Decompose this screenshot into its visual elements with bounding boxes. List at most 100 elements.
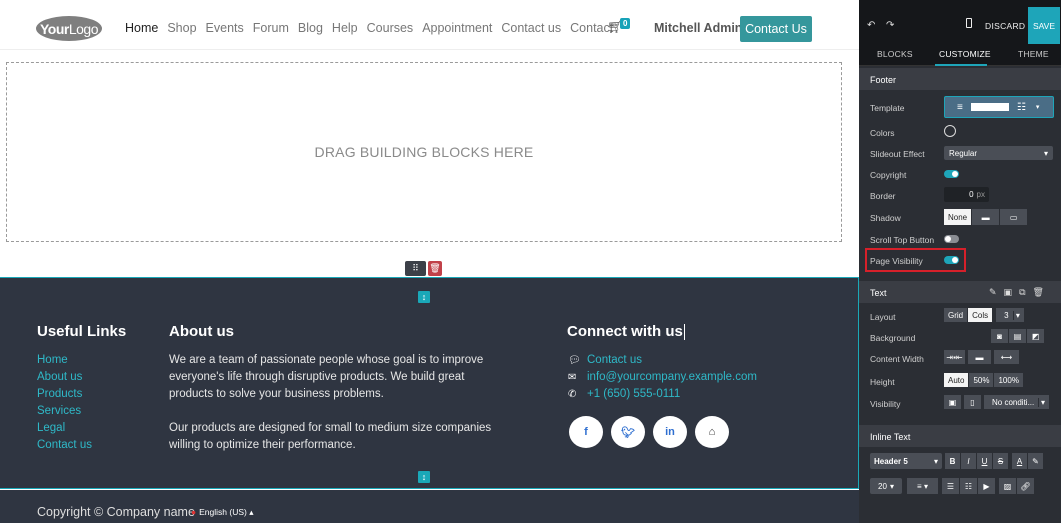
tab-customize[interactable]: CUSTOMIZE [939,49,991,59]
highlight-icon[interactable]: ✎ [1028,453,1044,469]
footer-link-services[interactable]: Services [37,403,92,420]
copyright-text[interactable]: Copyright © Company name [37,505,195,519]
bullet-list-icon[interactable]: ☰ [942,478,960,494]
connect-heading[interactable]: Connect with us [567,323,685,341]
drop-zone[interactable]: DRAG BUILDING BLOCKS HERE [6,62,842,242]
shadow-inset-icon[interactable]: ▭ [1000,209,1029,225]
border-input[interactable]: 0 px [944,187,989,202]
nav-link-help[interactable]: Help [332,21,358,35]
undo-icon[interactable]: ↶ [867,20,875,31]
mobile-visibility-icon[interactable]: ▯ [964,395,982,409]
useful-links-heading: Useful Links [37,323,127,340]
footer-section[interactable]: ↕ ↕ Useful Links Home About us Products … [0,277,859,489]
font-color-icon[interactable]: A [1012,453,1028,469]
layout-count-select[interactable]: 3 ▾ [996,308,1025,322]
nav-link-shop[interactable]: Shop [167,21,196,35]
save-button[interactable]: SAVE [1028,7,1060,44]
save-block-icon[interactable]: ▣ [1004,287,1020,297]
media-icon[interactable]: ▶ [978,478,996,494]
phone-icon: ✆ [568,389,577,400]
width-full-icon[interactable]: ⟷ [994,350,1020,364]
visibility-condition-select[interactable]: No conditi... ▾ [984,395,1050,409]
text-format-buttons: B I U S A ✎ [945,453,1044,469]
resize-handle-bottom-icon[interactable]: ↕ [418,471,430,483]
link-icon[interactable]: 🔗︎ [1017,478,1035,494]
nav-link-events[interactable]: Events [206,21,244,35]
block-tools: ⠿ 🗑︎ [405,261,442,276]
scroll-top-toggle[interactable] [944,235,959,243]
width-regular-icon[interactable]: ▬ [968,350,992,364]
text-style-select[interactable]: Header 5 ▾ [870,453,942,469]
height-label: Height [870,377,895,387]
nav-link-blog[interactable]: Blog [298,21,323,35]
color-picker[interactable] [944,125,956,137]
user-menu[interactable]: Mitchell Admin [654,21,742,35]
desktop-visibility-icon[interactable]: ▣ [944,395,962,409]
shadow-outset-icon[interactable]: ▬ [972,209,1001,225]
about-heading: About us [169,323,234,340]
camera-icon[interactable]: ◙ [991,329,1009,343]
footer-link-contact[interactable]: Contact us [37,437,92,454]
height-50-option[interactable]: 50% [969,373,995,387]
copyright-toggle[interactable] [944,170,959,178]
numbered-list-icon[interactable]: ☷ [960,478,978,494]
font-size-value: 20 [878,481,887,491]
tab-blocks[interactable]: BLOCKS [877,49,913,59]
language-selector[interactable]: ● English (US) ▴ [191,507,254,518]
template-label: Template [870,103,905,113]
connect-phone-text: +1 (650) 555-0111 [587,388,681,400]
align-icon[interactable]: ≡ ▾ [907,478,939,494]
connect-email-text: info@yourcompany.example.com [587,371,757,383]
about-text[interactable]: We are a team of passionate people whose… [169,352,499,454]
linkedin-icon[interactable]: in [653,416,687,448]
move-handle-icon[interactable]: ⠿ [405,261,426,276]
height-100-option[interactable]: 100% [994,373,1024,387]
strikethrough-icon[interactable]: S [993,453,1009,469]
facebook-icon[interactable]: f [569,416,603,448]
twitter-icon[interactable]: 🐦︎ [611,416,645,448]
scroll-top-label: Scroll Top Button [870,235,935,245]
underline-icon[interactable]: U [977,453,993,469]
shadow-label: Shadow [870,213,901,223]
tab-theme[interactable]: THEME [1018,49,1049,59]
italic-icon[interactable]: I [961,453,977,469]
gradient-icon[interactable]: ◩ [1027,329,1045,343]
connect-email[interactable]: ✉ info@yourcompany.example.com [568,369,757,386]
footer-link-products[interactable]: Products [37,386,92,403]
footer-link-home[interactable]: Home [37,352,92,369]
page-visibility-highlight [865,248,966,272]
visibility-label: Visibility [870,399,901,409]
shadow-none-option[interactable]: None [944,209,973,225]
nav-link-contact-us[interactable]: Contact us [501,21,561,35]
discard-button[interactable]: DISCARD [985,21,1025,31]
height-auto-option[interactable]: Auto [944,373,970,387]
nav-link-courses[interactable]: Courses [367,21,414,35]
nav-link-appointment[interactable]: Appointment [422,21,492,35]
template-select[interactable]: ≡ ☷ ▾ [944,96,1054,118]
mobile-preview-icon[interactable] [966,18,972,28]
content-width-label: Content Width [870,354,924,364]
contact-us-button[interactable]: Contact Us [740,16,812,42]
nav-link-home[interactable]: Home [125,21,158,35]
font-size-select[interactable]: 20 ▾ [870,478,902,494]
slideout-select[interactable]: Regular ▾ [944,146,1053,160]
layout-grid-option[interactable]: Grid [944,308,969,322]
site-logo[interactable]: Your Logo [36,16,102,41]
background-shape-icon[interactable]: ▤ [1009,329,1027,343]
resize-handle-top-icon[interactable]: ↕ [418,291,430,303]
footer-link-legal[interactable]: Legal [37,420,92,437]
trash-icon[interactable]: 🗑︎ [428,261,442,276]
clone-icon[interactable]: ⧉ [1019,287,1032,297]
layout-cols-option[interactable]: Cols [968,308,994,322]
trash-icon[interactable]: 🗑︎ [1033,287,1051,297]
connect-contact[interactable]: 💬︎ Contact us [568,352,757,369]
paint-icon[interactable]: ✎ [989,287,1004,297]
nav-link-forum[interactable]: Forum [253,21,289,35]
footer-link-about[interactable]: About us [37,369,92,386]
bold-icon[interactable]: B [945,453,961,469]
width-small-icon[interactable]: ⇥▪⇤ [944,350,966,364]
image-icon[interactable]: ▨ [999,478,1017,494]
redo-icon[interactable]: ↷ [886,20,894,31]
connect-phone[interactable]: ✆ +1 (650) 555-0111 [568,386,757,403]
home-icon[interactable]: ⌂ [695,416,729,448]
